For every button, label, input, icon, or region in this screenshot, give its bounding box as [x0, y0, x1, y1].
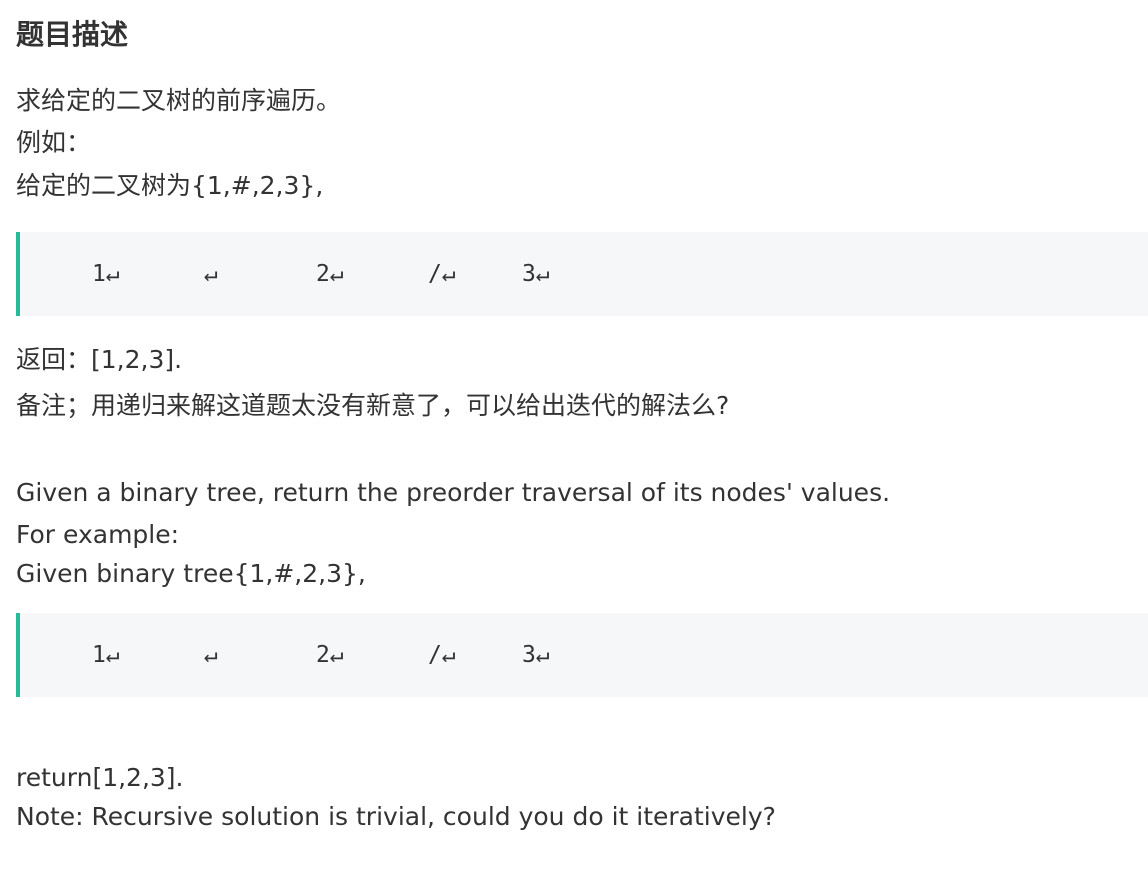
section-title: 题目描述 — [16, 18, 129, 51]
code-token: 3↵ — [522, 642, 550, 668]
code-token: ↵ — [204, 261, 218, 287]
code-token: 1↵ — [92, 642, 120, 668]
code-token: 3↵ — [522, 261, 550, 287]
code-token: /↵ — [428, 261, 456, 287]
zh-example-label: 例如： — [16, 128, 92, 157]
code-token: 2↵ — [316, 642, 344, 668]
en-example-label: For example: — [16, 520, 180, 549]
en-code-block: 1↵ ↵ 2↵ /↵ 3↵ — [16, 613, 1148, 697]
code-token: /↵ — [428, 642, 456, 668]
zh-code-block: 1↵ ↵ 2↵ /↵ 3↵ — [16, 232, 1148, 316]
en-return-line: return[1,2,3]. — [16, 763, 184, 792]
zh-given-tree-line: 给定的二叉树为{1,#,2,3}, — [16, 171, 324, 200]
zh-description-line: 求给定的二叉树的前序遍历。 — [16, 86, 342, 115]
code-token: 2↵ — [316, 261, 344, 287]
zh-note-line: 备注；用递归来解这道题太没有新意了，可以给出迭代的解法么? — [16, 391, 730, 420]
code-token: 1↵ — [92, 261, 120, 287]
problem-description-page: 题目描述 求给定的二叉树的前序遍历。 例如： 给定的二叉树为{1,#,2,3},… — [0, 0, 1148, 890]
code-token: ↵ — [204, 642, 218, 668]
en-given-tree-line: Given binary tree{1,#,2,3}, — [16, 559, 366, 588]
zh-return-line: 返回：[1,2,3]. — [16, 345, 183, 374]
en-description-line: Given a binary tree, return the preorder… — [16, 478, 891, 507]
en-note-line: Note: Recursive solution is trivial, cou… — [16, 802, 776, 831]
